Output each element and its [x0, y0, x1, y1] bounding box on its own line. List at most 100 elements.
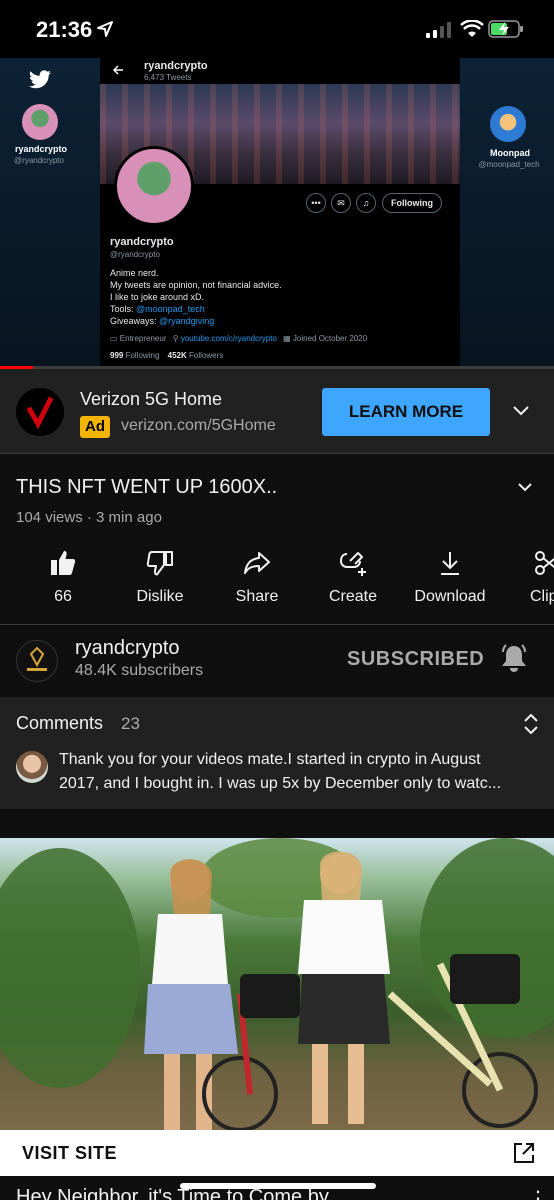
verizon-check-icon [26, 396, 54, 430]
video-left-panel: ryandcrypto @ryandcrypto [0, 58, 100, 368]
tools-label: Tools: [110, 304, 134, 314]
category-text: Entrepreneur [119, 334, 167, 343]
divider [0, 624, 554, 625]
left-profile-handle: @ryandcrypto [14, 156, 64, 165]
video-right-panel: Moonpad @moonpad_tech [460, 58, 554, 368]
twitter-tweet-count: 6,473 Tweets [144, 73, 192, 82]
divider [0, 453, 554, 454]
visit-site-bar[interactable]: VISIT SITE [0, 1130, 554, 1176]
tools-link: @moonpad_tech [136, 304, 205, 314]
create-button[interactable]: Create [318, 548, 388, 608]
home-indicator[interactable] [180, 1183, 376, 1189]
twitter-header-name: ryandcrypto [144, 60, 208, 72]
channel-avatar[interactable] [16, 640, 58, 682]
external-link-icon[interactable] [512, 1141, 536, 1165]
left-profile-name: ryandcrypto [14, 144, 67, 154]
following-count: 999 [110, 351, 124, 360]
joined-text: Joined October 2020 [292, 334, 368, 343]
notification-bell-icon[interactable] [499, 643, 529, 673]
status-time: 21:36 [36, 17, 93, 42]
twitter-profile-name: ryandcrypto [110, 236, 174, 248]
twitter-follow-stats: 999 Following 452K Followers [110, 351, 223, 360]
ad-badge: Ad [80, 416, 110, 438]
ad-banner[interactable]: Verizon 5G Home Ad verizon.com/5GHome LE… [0, 369, 554, 453]
video-title[interactable]: THIS NFT WENT UP 1600X.. [16, 476, 277, 499]
share-label: Share [235, 588, 279, 605]
channel-subscribers: 48.4K subscribers [75, 662, 204, 679]
following-label: Following [125, 351, 160, 360]
profile-link: youtube.com/c/ryandcrypto [180, 334, 277, 343]
ad-title: Verizon 5G Home [80, 389, 223, 409]
giveaways-label: Giveaways: [110, 316, 157, 326]
link-icon: ⚲ [172, 334, 179, 343]
comment-line-1: Thank you for your videos mate.I started… [59, 751, 481, 768]
download-button[interactable]: Download [410, 548, 490, 608]
followers-label: Followers [188, 351, 224, 360]
cellular-signal-icon [426, 22, 451, 38]
subscribed-button[interactable]: SUBSCRIBED [347, 648, 484, 671]
first-comment: Thank you for your videos mate.I started… [59, 748, 539, 796]
twitter-bio-line-3: I like to joke around xD. [110, 292, 205, 302]
thumbs-up-icon [51, 551, 76, 575]
clip-icon [535, 551, 554, 575]
channel-name[interactable]: ryandcrypto [75, 637, 180, 660]
comments-count: 23 [121, 714, 140, 733]
twitter-bio-line-1: Anime nerd. [110, 268, 159, 278]
back-arrow-icon [112, 65, 123, 75]
comments-section[interactable]: Comments 23 Thank you for your videos ma… [0, 697, 554, 809]
following-button: Following [382, 193, 442, 213]
verizon-logo [16, 388, 64, 436]
twitter-bio-giveaways: Giveaways: @ryandgiving [110, 316, 214, 326]
vine-foliage [0, 848, 140, 1088]
share-button[interactable]: Share [222, 548, 292, 608]
twitter-bird-icon [29, 70, 51, 89]
right-profile-avatar [490, 106, 526, 142]
channel-logo-icon [27, 646, 47, 671]
like-count: 66 [54, 588, 72, 605]
twitter-bio-tools: Tools: @moonpad_tech [110, 304, 205, 314]
comment-line-2: 2017, and I bought in. I was up 5x by De… [59, 775, 502, 792]
video-twitter-profile: ryandcrypto 6,473 Tweets ••• ✉ ♫ Followi… [100, 58, 460, 368]
expand-description-icon[interactable] [514, 478, 536, 496]
clip-label: Clip [530, 588, 554, 605]
briefcase-icon: ▭ [110, 334, 118, 343]
create-label: Create [328, 588, 378, 605]
create-icon [340, 552, 366, 576]
notification-bell-icon: ♫ [356, 193, 376, 213]
followers-count: 452K [167, 351, 187, 360]
ad-image[interactable] [0, 838, 554, 1130]
twitter-profile-avatar [114, 146, 194, 226]
location-arrow-icon [97, 21, 113, 37]
right-profile-name: Moonpad [490, 148, 530, 158]
expand-comments-icon[interactable] [521, 713, 541, 735]
download-label: Download [414, 588, 486, 605]
dislike-button[interactable]: Dislike [120, 548, 200, 608]
visit-site-label: VISIT SITE [22, 1143, 118, 1163]
like-button[interactable]: 66 [28, 548, 98, 608]
chevron-down-icon[interactable] [510, 400, 532, 422]
more-options-icon[interactable]: ⋮ [528, 1186, 548, 1200]
twitter-bio-line-2: My tweets are opinion, not financial adv… [110, 280, 282, 290]
battery-charging-icon [488, 20, 523, 38]
download-icon [441, 552, 459, 575]
share-icon [244, 552, 270, 574]
video-meta: 104 views · 3 min ago [16, 509, 162, 526]
more-options-icon: ••• [306, 193, 326, 213]
woman-on-bicycle-right [298, 851, 538, 1128]
calendar-icon: ▦ [283, 334, 291, 343]
left-profile-avatar [22, 104, 58, 140]
comments-label: Comments [16, 713, 104, 733]
giveaways-link: @ryandgiving [159, 316, 215, 326]
ad-url[interactable]: verizon.com/5GHome [121, 417, 276, 435]
message-icon: ✉ [331, 193, 351, 213]
twitter-profile-handle: @ryandcrypto [110, 250, 160, 259]
clip-button[interactable]: Clip [528, 548, 554, 608]
commenter-avatar [16, 751, 48, 783]
twitter-profile-meta: ▭ Entrepreneur ⚲ youtube.com/c/ryandcryp… [110, 334, 367, 343]
learn-more-button[interactable]: LEARN MORE [322, 388, 490, 436]
video-player[interactable]: ryandcrypto @ryandcrypto ryandcrypto 6,4… [0, 58, 554, 368]
status-bar: 21:36 [0, 0, 554, 58]
dislike-label: Dislike [136, 588, 184, 605]
right-profile-handle: @moonpad_tech [478, 160, 540, 169]
thumbs-down-icon [146, 551, 173, 576]
